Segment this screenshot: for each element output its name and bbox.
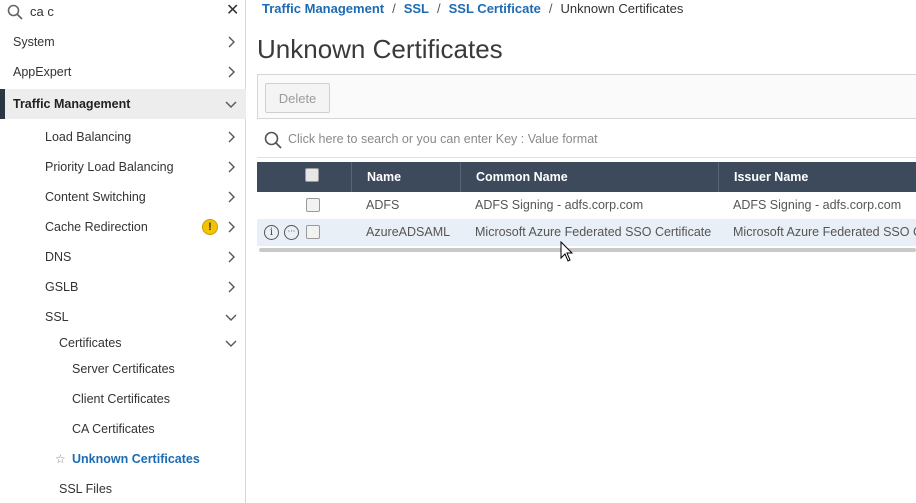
favorite-star-icon[interactable]: ☆ bbox=[55, 452, 66, 466]
select-all-checkbox[interactable] bbox=[305, 168, 319, 182]
table-search-input[interactable]: Click here to search or you can enter Ke… bbox=[288, 132, 598, 146]
info-icon[interactable]: i bbox=[264, 225, 279, 240]
sidebar-item-client-certificates[interactable]: Client Certificates bbox=[0, 384, 246, 414]
sidebar-item-load-balancing[interactable]: Load Balancing bbox=[0, 122, 246, 152]
breadcrumb: Traffic Management / SSL / SSL Certificate / U… bbox=[262, 1, 683, 16]
sidebar-item-label: System bbox=[13, 35, 55, 49]
cell-name: ADFS bbox=[366, 198, 400, 212]
sidebar-item-cache-redirection[interactable]: Cache Redirection ! bbox=[0, 212, 246, 242]
sidebar-item-label: CA Certificates bbox=[72, 422, 155, 436]
horizontal-scrollbar[interactable] bbox=[259, 248, 916, 252]
sidebar-item-label: Client Certificates bbox=[72, 392, 170, 406]
cell-issuer-name: ADFS Signing - adfs.corp.com bbox=[733, 198, 902, 212]
breadcrumb-traffic-management[interactable]: Traffic Management bbox=[262, 1, 384, 16]
breadcrumb-current: Unknown Certificates bbox=[560, 1, 684, 16]
table-row[interactable]: i ··· AzureADSAML Microsoft Azure Federa… bbox=[257, 219, 916, 246]
sidebar-item-traffic-management[interactable]: Traffic Management bbox=[0, 89, 246, 119]
sidebar-item-server-certificates[interactable]: Server Certificates bbox=[0, 354, 246, 384]
sidebar: ca c ✕ System AppExpert Traffic Manageme… bbox=[0, 0, 246, 503]
breadcrumb-ssl[interactable]: SSL bbox=[404, 1, 429, 16]
breadcrumb-ssl-certificate[interactable]: SSL Certificate bbox=[449, 1, 541, 16]
table-header: Name Common Name Issuer Name bbox=[257, 162, 916, 192]
mouse-cursor-icon bbox=[560, 241, 574, 262]
row-checkbox[interactable] bbox=[306, 198, 320, 212]
chevron-down-icon bbox=[225, 314, 237, 321]
sidebar-item-label: SSL Files bbox=[59, 482, 113, 496]
page-title: Unknown Certificates bbox=[257, 34, 503, 64]
chevron-right-icon bbox=[228, 191, 235, 203]
cell-common-name: Microsoft Azure Federated SSO Certificat… bbox=[475, 225, 712, 239]
sidebar-item-content-switching[interactable]: Content Switching bbox=[0, 182, 246, 212]
sidebar-item-label: AppExpert bbox=[13, 65, 72, 79]
sidebar-item-label: Load Balancing bbox=[45, 130, 132, 144]
chevron-right-icon bbox=[228, 36, 235, 48]
table-search-bar[interactable]: Click here to search or you can enter Ke… bbox=[257, 122, 916, 158]
sidebar-item-priority-load-balancing[interactable]: Priority Load Balancing bbox=[0, 152, 246, 182]
sidebar-item-label: Server Certificates bbox=[72, 362, 175, 376]
sidebar-item-label: Content Switching bbox=[45, 190, 146, 204]
chevron-right-icon bbox=[228, 281, 235, 293]
chevron-right-icon bbox=[228, 221, 235, 233]
cell-common-name: ADFS Signing - adfs.corp.com bbox=[475, 198, 644, 212]
cell-name: AzureADSAML bbox=[366, 225, 451, 239]
clear-search-icon[interactable]: ✕ bbox=[226, 3, 240, 19]
column-header-issuer-name[interactable]: Issuer Name bbox=[718, 162, 916, 192]
toolbar: Delete bbox=[257, 74, 916, 119]
warning-icon: ! bbox=[202, 219, 218, 235]
sidebar-item-system[interactable]: System bbox=[0, 27, 246, 57]
column-header-common-name[interactable]: Common Name bbox=[460, 162, 718, 192]
sidebar-item-label: SSL bbox=[45, 310, 69, 324]
sidebar-item-appexpert[interactable]: AppExpert bbox=[0, 57, 246, 87]
sidebar-item-unknown-certificates[interactable]: ☆ Unknown Certificates bbox=[0, 444, 246, 474]
column-header-name[interactable]: Name bbox=[351, 162, 460, 192]
more-actions-icon[interactable]: ··· bbox=[284, 225, 299, 240]
cell-issuer-name: Microsoft Azure Federated SSO Ce bbox=[733, 225, 916, 239]
sidebar-search-input[interactable]: ca c bbox=[30, 4, 54, 19]
table-row[interactable]: ADFS ADFS Signing - adfs.corp.com ADFS S… bbox=[257, 192, 916, 219]
active-indicator bbox=[0, 89, 5, 119]
row-checkbox[interactable] bbox=[306, 225, 320, 239]
chevron-down-icon bbox=[225, 340, 237, 347]
breadcrumb-separator: / bbox=[548, 1, 553, 16]
sidebar-item-gslb[interactable]: GSLB bbox=[0, 272, 246, 302]
sidebar-item-label: Priority Load Balancing bbox=[45, 160, 174, 174]
chevron-right-icon bbox=[228, 251, 235, 263]
search-icon bbox=[264, 131, 282, 149]
sidebar-item-ca-certificates[interactable]: CA Certificates bbox=[0, 414, 246, 444]
sidebar-item-label: Traffic Management bbox=[13, 97, 131, 111]
chevron-down-icon bbox=[225, 101, 237, 108]
sidebar-item-label: DNS bbox=[45, 250, 72, 264]
chevron-right-icon bbox=[228, 131, 235, 143]
sidebar-item-label: GSLB bbox=[45, 280, 79, 294]
sidebar-item-label: Unknown Certificates bbox=[72, 452, 200, 466]
sidebar-item-ssl-files[interactable]: SSL Files bbox=[0, 474, 246, 503]
chevron-right-icon bbox=[228, 66, 235, 78]
sidebar-item-label: Cache Redirection bbox=[45, 220, 148, 234]
sidebar-search[interactable]: ca c ✕ bbox=[0, 0, 246, 25]
delete-button[interactable]: Delete bbox=[265, 83, 330, 113]
breadcrumb-separator: / bbox=[437, 1, 441, 16]
chevron-right-icon bbox=[228, 161, 235, 173]
sidebar-item-label: Certificates bbox=[59, 336, 122, 350]
sidebar-item-dns[interactable]: DNS bbox=[0, 242, 246, 272]
breadcrumb-separator: / bbox=[392, 1, 396, 16]
search-icon bbox=[7, 4, 23, 20]
